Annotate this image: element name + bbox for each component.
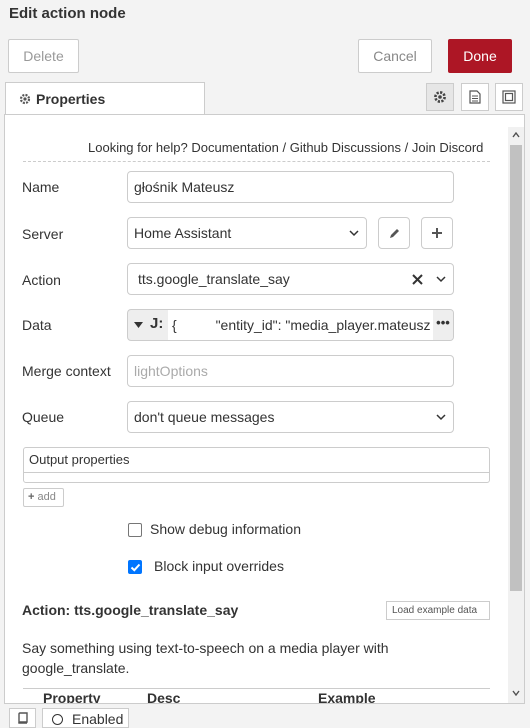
data-typed-input[interactable]: J: { "entity_id": "media_player.mateusz … <box>127 309 454 341</box>
gear-icon <box>434 91 446 103</box>
enabled-toggle[interactable]: Enabled <box>42 708 129 728</box>
json-type-icon: J: <box>150 315 164 332</box>
show-debug-label: Show debug information <box>150 521 301 537</box>
column-header-desc: Desc <box>147 690 181 704</box>
expand-editor-button[interactable]: ••• <box>433 310 453 340</box>
checkmark-icon <box>130 563 141 572</box>
action-description: Say something using text-to-speech on a … <box>22 640 389 676</box>
link-separator: / <box>282 140 287 155</box>
chevron-down-icon <box>436 414 446 421</box>
action-select-value: tts.google_translate_say <box>138 271 290 287</box>
document-icon <box>469 90 481 104</box>
footer-bar: Enabled <box>0 704 530 728</box>
link-separator: / <box>404 140 409 155</box>
merge-context-input[interactable]: lightOptions <box>127 355 454 387</box>
action-label: Action <box>22 272 61 288</box>
queue-label: Queue <box>22 409 65 425</box>
appearance-tab-button[interactable] <box>495 83 523 111</box>
column-header-property: Property <box>43 690 101 704</box>
name-input[interactable]: głośnik Mateusz <box>127 171 454 203</box>
tab-properties[interactable]: Properties <box>5 82 205 115</box>
action-select[interactable]: tts.google_translate_say <box>127 263 454 295</box>
name-label: Name <box>22 179 60 195</box>
tab-properties-label: Properties <box>36 91 106 107</box>
column-header-example: Example <box>318 690 376 704</box>
server-select-value: Home Assistant <box>134 225 232 241</box>
queue-select[interactable]: don't queue messages <box>127 401 454 433</box>
github-discussions-link[interactable]: Github Discussions <box>290 140 401 155</box>
help-prefix: Looking for help? <box>88 140 188 155</box>
show-debug-checkbox[interactable] <box>128 523 142 537</box>
edit-server-button[interactable] <box>378 217 410 249</box>
clear-icon[interactable] <box>412 274 423 285</box>
block-input-overrides-checkbox[interactable] <box>128 560 142 574</box>
table-top-border <box>23 688 490 689</box>
pencil-icon <box>389 228 399 238</box>
help-divider <box>23 161 490 162</box>
data-label: Data <box>22 317 52 333</box>
action-doc-title: Action: tts.google_translate_say <box>22 602 239 618</box>
data-value: { "entity_id": "media_player.mateusz <box>168 310 433 340</box>
caret-down-icon <box>134 322 143 328</box>
dialog-title: Edit action node <box>0 0 530 28</box>
server-select[interactable]: Home Assistant <box>127 217 367 249</box>
frame-icon <box>502 90 516 104</box>
merge-context-label: Merge context <box>22 363 111 379</box>
settings-tab-button[interactable] <box>426 83 454 111</box>
gear-icon <box>19 93 31 105</box>
book-icon <box>17 712 28 724</box>
scrollbar-thumb[interactable] <box>510 145 522 591</box>
scroll-down-arrow-icon[interactable] <box>512 690 520 696</box>
circle-icon <box>52 714 63 725</box>
scroll-up-arrow-icon[interactable] <box>512 132 520 138</box>
output-properties-header: Output properties <box>24 448 489 473</box>
help-links: Looking for help? Documentation / Github… <box>88 140 483 155</box>
properties-panel: Looking for help? Documentation / Github… <box>4 114 525 704</box>
enabled-label: Enabled <box>72 711 124 727</box>
plus-icon <box>432 228 442 238</box>
add-label: add <box>37 491 56 503</box>
tab-bar: Properties <box>0 82 530 115</box>
description-tab-button[interactable] <box>461 83 489 111</box>
chevron-down-icon <box>436 276 446 283</box>
node-help-button[interactable] <box>9 708 36 728</box>
queue-select-value: don't queue messages <box>134 409 275 425</box>
type-selector[interactable]: J: <box>128 310 168 340</box>
panel-scrollbar[interactable] <box>508 127 524 703</box>
output-properties-list: Output properties <box>23 447 490 483</box>
cancel-button[interactable]: Cancel <box>358 39 432 73</box>
load-example-data-button[interactable]: Load example data <box>386 601 490 620</box>
add-server-button[interactable] <box>421 217 453 249</box>
documentation-link[interactable]: Documentation <box>191 140 278 155</box>
delete-button[interactable]: Delete <box>8 39 79 73</box>
join-discord-link[interactable]: Join Discord <box>412 140 484 155</box>
plus-icon: + <box>28 491 35 503</box>
chevron-down-icon <box>349 230 359 237</box>
add-output-property-button[interactable]: + add <box>23 488 64 507</box>
server-label: Server <box>22 226 64 242</box>
block-input-overrides-label: Block input overrides <box>154 558 284 574</box>
done-button[interactable]: Done <box>448 39 512 73</box>
